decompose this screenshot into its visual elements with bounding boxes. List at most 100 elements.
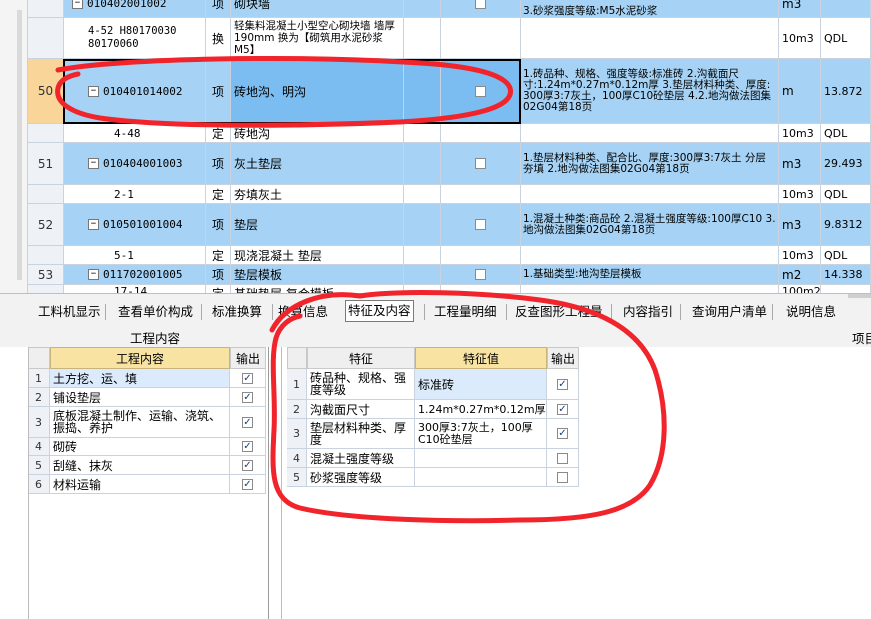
- feature-table: 特征 特征值 输出 1 砖品种、规格、强度等级 标准砖 2 沟截面尺寸 1.24…: [287, 347, 587, 497]
- output-checkbox[interactable]: [547, 419, 579, 449]
- feature-name: 砂浆强度等级: [307, 468, 415, 487]
- item-type: 定: [206, 285, 231, 293]
- table-row[interactable]: 2-1 定 夯填灰土 10m3 QDL: [0, 185, 871, 204]
- item-code: 4-52 H80170030 80170060: [64, 18, 206, 59]
- item-check[interactable]: [441, 265, 521, 285]
- header-content: 工程内容: [50, 347, 230, 369]
- row-number: [28, 185, 64, 204]
- item-code: −010501001004: [64, 204, 206, 246]
- tab-separator: [424, 304, 425, 320]
- item-check[interactable]: [441, 204, 521, 246]
- output-checkbox[interactable]: [230, 456, 266, 475]
- row-number: 2: [287, 400, 307, 419]
- item-code: −010402001002: [64, 0, 206, 18]
- table-row[interactable]: −010402001002 项 砌块墙 3.砂浆强度等级:M5水泥砂浆 m3: [0, 0, 871, 18]
- feature-value[interactable]: 300厚3:7灰土，100厚C10砼垫层: [415, 419, 547, 449]
- item-blank: [404, 204, 441, 246]
- header-corner: [28, 347, 50, 369]
- item-type: 定: [206, 124, 231, 143]
- item-blank: [404, 18, 441, 59]
- row-number: 1: [28, 369, 50, 388]
- content-name[interactable]: 刮缝、抹灰: [50, 456, 230, 475]
- item-description: [521, 18, 779, 59]
- content-name[interactable]: 材料运输: [50, 475, 230, 494]
- feature-value[interactable]: [415, 449, 547, 468]
- feature-value[interactable]: 标准砖: [415, 369, 547, 400]
- item-description: [521, 246, 779, 265]
- tab-content-guide[interactable]: 内容指引: [621, 302, 675, 322]
- feature-value[interactable]: 1.24m*0.27m*0.12m厚: [415, 400, 547, 419]
- item-type: 定: [206, 185, 231, 204]
- tab-notes[interactable]: 说明信息: [784, 302, 838, 322]
- panel-splitter[interactable]: [268, 347, 269, 619]
- item-quantity: QDL: [821, 124, 871, 143]
- item-description: [521, 124, 779, 143]
- table-row[interactable]: 5-1 定 现浇混凝土 垫层 10m3 QDL: [0, 246, 871, 265]
- item-quantity: QDL: [821, 246, 871, 265]
- content-name[interactable]: 底板混凝土制作、运输、浇筑、振捣、养护: [50, 407, 230, 438]
- item-code: 5-1: [64, 246, 206, 265]
- item-code: −010404001003: [64, 143, 206, 185]
- item-check[interactable]: [441, 143, 521, 185]
- vertical-scrollbar[interactable]: [17, 10, 22, 280]
- table-row[interactable]: 4-48 定 砖地沟 10m3 QDL: [0, 124, 871, 143]
- tab-unit-price[interactable]: 查看单价构成: [116, 302, 195, 322]
- item-unit: m2: [779, 265, 821, 285]
- item-name: 现浇混凝土 垫层: [231, 246, 404, 265]
- item-quantity: [821, 285, 871, 293]
- item-name: 垫层模板: [231, 265, 404, 285]
- item-description: 1.基础类型:地沟垫层模板: [521, 265, 779, 285]
- feature-value[interactable]: [415, 468, 547, 487]
- table-row-selected[interactable]: 50 −010401014002 项 砖地沟、明沟 1.砖品种、规格、强度等级:…: [0, 59, 871, 124]
- tab-materials[interactable]: 工料机显示: [36, 302, 103, 322]
- output-checkbox[interactable]: [547, 400, 579, 419]
- item-quantity: 29.493: [821, 143, 871, 185]
- item-blank: [404, 265, 441, 285]
- content-name[interactable]: 铺设垫层: [50, 388, 230, 407]
- tab-conversion-info[interactable]: 换算信息: [276, 302, 330, 322]
- table-row[interactable]: 52 −010501001004 项 垫层 1.混凝土种类:商品砼 2.混凝土强…: [0, 204, 871, 246]
- item-unit: m3: [779, 143, 821, 185]
- item-code: 17-14: [64, 285, 206, 293]
- tab-standard-conversion[interactable]: 标准换算: [210, 302, 264, 322]
- item-unit: m: [779, 59, 821, 124]
- row-number: [28, 0, 64, 18]
- output-checkbox[interactable]: [547, 369, 579, 400]
- tab-query-user-list[interactable]: 查询用户清单: [690, 302, 769, 322]
- item-check[interactable]: [441, 0, 521, 18]
- section-title: 工程内容: [130, 331, 181, 346]
- table-row[interactable]: 17-14 定 基础垫层 复合模板 100m2: [0, 285, 871, 293]
- item-quantity: 14.338: [821, 265, 871, 285]
- item-quantity: 9.8312: [821, 204, 871, 246]
- content-name[interactable]: 土方挖、运、填: [50, 369, 230, 388]
- output-checkbox[interactable]: [230, 369, 266, 388]
- row-number: 52: [28, 204, 64, 246]
- table-row[interactable]: 53 −011702001005 项 垫层模板 1.基础类型:地沟垫层模板 m2…: [0, 265, 871, 285]
- table-row[interactable]: 51 −010404001003 项 灰土垫层 1.垫层材料种类、配合比、厚度:…: [0, 143, 871, 185]
- tab-features-content[interactable]: 特征及内容: [345, 300, 414, 322]
- output-checkbox[interactable]: [547, 468, 579, 487]
- item-unit: m3: [779, 204, 821, 246]
- item-type: 项: [206, 143, 231, 185]
- tab-separator: [201, 304, 202, 320]
- output-checkbox[interactable]: [547, 449, 579, 468]
- panel-border: [281, 347, 282, 619]
- item-blank: [404, 246, 441, 265]
- tab-quantity-details[interactable]: 工程量明细: [432, 302, 499, 322]
- output-checkbox[interactable]: [230, 475, 266, 494]
- horizontal-scrollbar[interactable]: [848, 294, 871, 298]
- output-checkbox[interactable]: [230, 388, 266, 407]
- table-row[interactable]: 4-52 H80170030 80170060 换 轻集料混凝土小型空心砌块墙 …: [0, 18, 871, 59]
- row-number: 6: [28, 475, 50, 494]
- item-unit: 100m2: [779, 285, 821, 293]
- item-name: 砌块墙: [231, 0, 404, 18]
- right-cut-label: 项目: [852, 331, 871, 346]
- feature-name: 沟截面尺寸: [307, 400, 415, 419]
- output-checkbox[interactable]: [230, 438, 266, 456]
- row-number: [28, 18, 64, 59]
- tab-reverse-graphic[interactable]: 反查图形工程量: [513, 302, 605, 322]
- bottom-tabbar: 工料机显示 查看单价构成 标准换算 换算信息 特征及内容 工程量明细 反查图形工…: [0, 293, 871, 325]
- content-name[interactable]: 砌砖: [50, 438, 230, 456]
- output-checkbox[interactable]: [230, 407, 266, 438]
- item-check: [441, 124, 521, 143]
